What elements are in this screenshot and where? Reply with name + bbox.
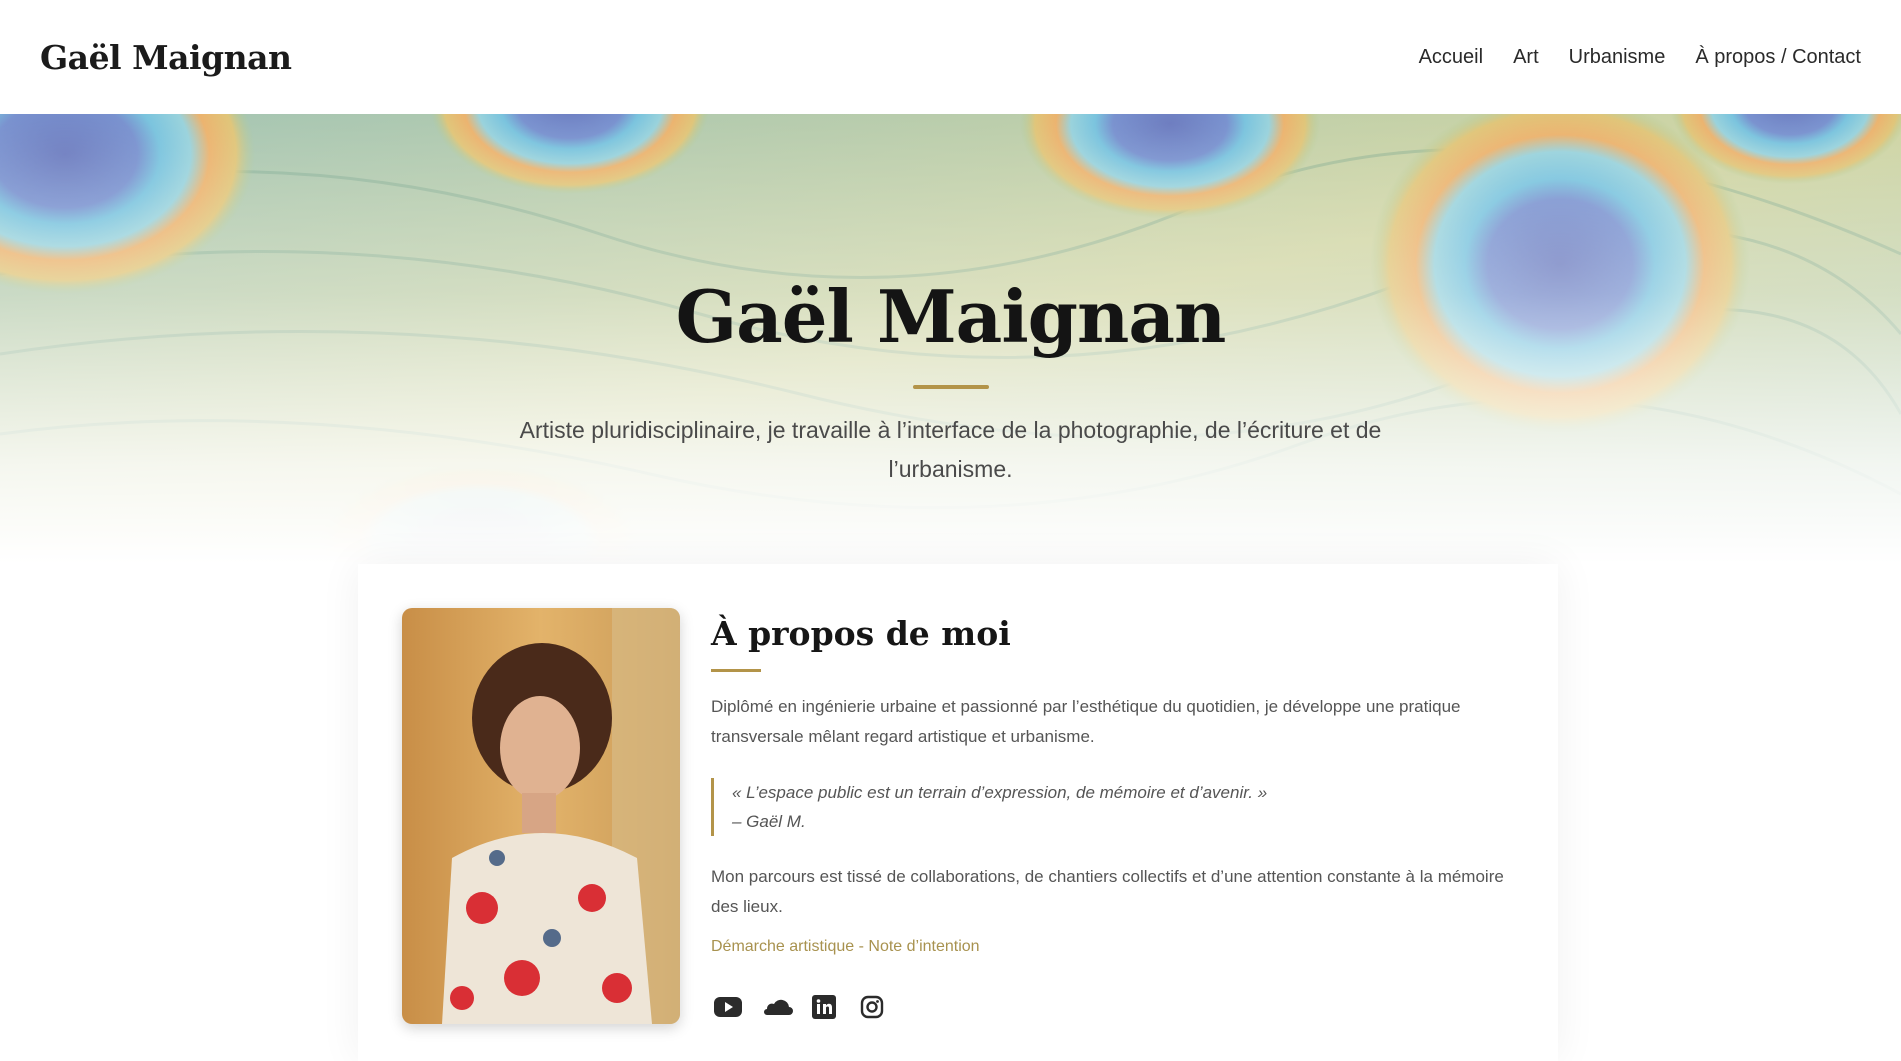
- about-paragraph-2: Mon parcours est tissé de collaborations…: [711, 867, 1504, 916]
- about-card: À propos de moi Diplômé en ingénierie ur…: [358, 564, 1558, 1061]
- hero-content: Gaël Maignan Artiste pluridisciplinaire,…: [0, 274, 1901, 489]
- portrait-photo: [402, 608, 680, 1024]
- linkedin-icon[interactable]: [807, 992, 841, 1022]
- hero-subtitle: Artiste pluridisciplinaire, je travaille…: [519, 417, 1382, 482]
- hero-divider: [912, 385, 989, 389]
- instagram-icon[interactable]: [855, 992, 889, 1022]
- artistic-approach-link[interactable]: Démarche artistique - Note d’intention: [711, 938, 980, 956]
- nav-item-art[interactable]: Art: [1513, 46, 1539, 69]
- about-paragraph-1: Diplômé en ingénierie urbaine et passion…: [711, 697, 1461, 746]
- main-nav: Accueil Art Urbanisme À propos / Contact: [1419, 46, 1861, 69]
- about-title: À propos de moi: [711, 614, 1011, 653]
- soundcloud-icon[interactable]: [759, 992, 793, 1022]
- about-quote: « L’espace public est un terrain d’expre…: [711, 778, 1531, 836]
- site-header: Gaël Maignan Accueil Art Urbanisme À pro…: [0, 0, 1901, 114]
- about-content: À propos de moi Diplômé en ingénierie ur…: [711, 614, 1531, 1022]
- hero-section: Gaël Maignan Artiste pluridisciplinaire,…: [0, 114, 1901, 564]
- brand-logo[interactable]: Gaël Maignan: [40, 38, 292, 77]
- hero-title: Gaël Maignan: [675, 274, 1227, 359]
- quote-author: – Gaël M.: [732, 812, 806, 831]
- nav-item-a-propos-contact[interactable]: À propos / Contact: [1695, 46, 1861, 69]
- social-links: [711, 992, 1531, 1022]
- about-divider: [711, 669, 761, 672]
- nav-item-urbanisme[interactable]: Urbanisme: [1569, 46, 1666, 69]
- nav-item-accueil[interactable]: Accueil: [1419, 46, 1483, 69]
- quote-text: « L’espace public est un terrain d’expre…: [732, 783, 1268, 802]
- youtube-icon[interactable]: [711, 992, 745, 1022]
